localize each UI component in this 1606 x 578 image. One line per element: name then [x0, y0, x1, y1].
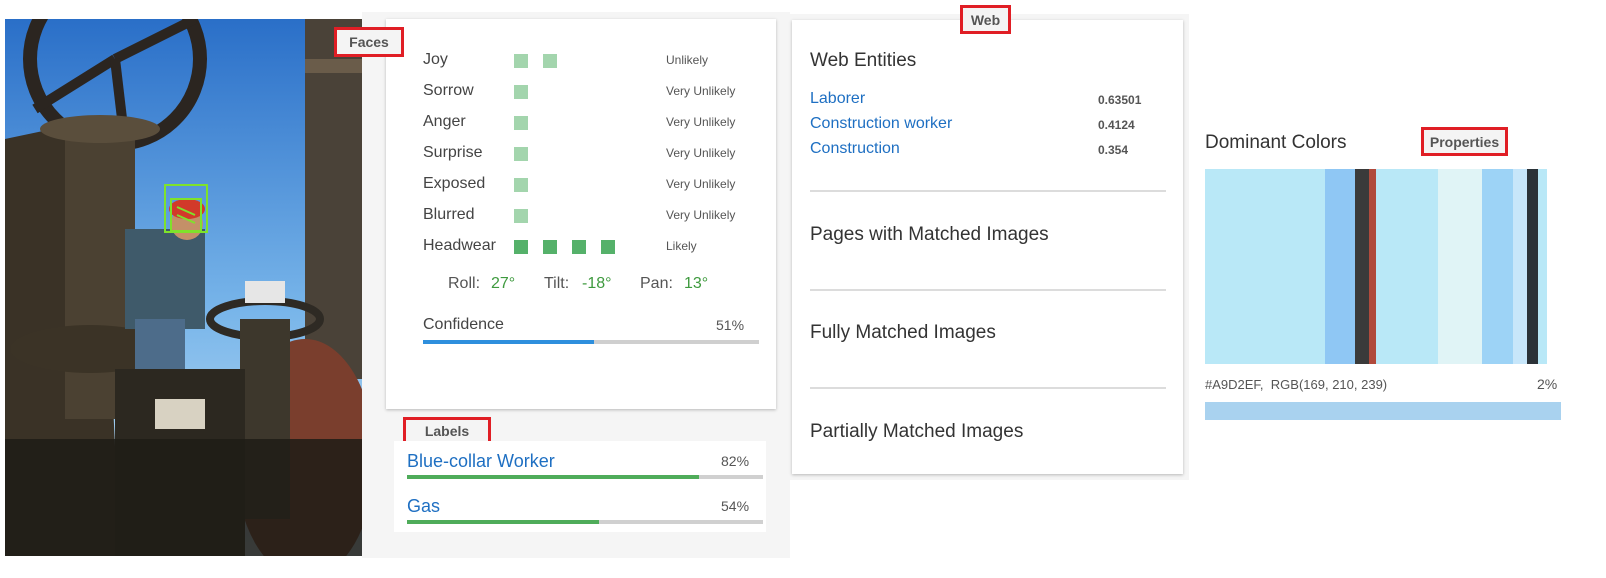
web-entities-title: Web Entities	[810, 50, 917, 71]
web-entity-construction-worker[interactable]: Construction worker 0.4124	[810, 115, 1150, 135]
face-attr-surprise: Surprise Very Unlikely	[423, 144, 753, 164]
likelihood-bar-segment	[572, 240, 586, 254]
face-attr-likelihood: Very Unlikely	[666, 115, 736, 129]
label-score-bar	[407, 475, 763, 479]
labels-card: Blue-collar Worker 82% Gas 54%	[394, 441, 766, 532]
web-entity-name[interactable]: Construction	[810, 140, 900, 158]
web-entity-name[interactable]: Laborer	[810, 90, 865, 108]
tilt-value: -18°	[582, 275, 612, 292]
color-swatch[interactable]	[1369, 169, 1377, 364]
divider	[810, 190, 1166, 192]
face-attr-likelihood: Very Unlikely	[666, 146, 736, 160]
label-percent: 54%	[721, 498, 750, 514]
likelihood-bar-segment	[543, 54, 557, 68]
web-entity-score: 0.354	[1098, 143, 1129, 157]
face-attr-likelihood: Very Unlikely	[666, 177, 736, 191]
likelihood-bar-segment	[514, 54, 528, 68]
label-name[interactable]: Blue-collar Worker	[407, 451, 555, 472]
likelihood-bar-segment	[514, 85, 528, 99]
color-swatch[interactable]	[1526, 169, 1539, 364]
face-attr-label: Blurred	[423, 206, 475, 223]
likelihood-bar-segment	[514, 178, 528, 192]
likelihood-bar-segment	[514, 147, 528, 161]
face-attr-likelihood: Likely	[666, 239, 697, 253]
color-swatch[interactable]	[1205, 169, 1325, 364]
web-tag: Web	[960, 5, 1011, 34]
web-entity-score: 0.63501	[1098, 93, 1142, 107]
face-attr-headwear: Headwear Likely	[423, 237, 753, 257]
pan-label: Pan:	[640, 275, 673, 292]
faces-card: Joy Unlikely Sorrow Very Unlikely Anger …	[386, 19, 776, 409]
label-score-fill	[407, 520, 600, 524]
face-attr-label: Sorrow	[423, 82, 474, 99]
likelihood-bar-segment	[601, 240, 615, 254]
analyzed-photo	[5, 19, 362, 556]
face-attr-sorrow: Sorrow Very Unlikely	[423, 82, 753, 102]
face-attr-likelihood: Very Unlikely	[666, 84, 736, 98]
color-swatch[interactable]	[1512, 169, 1527, 364]
color-rgb: RGB(169, 210, 239)	[1270, 377, 1388, 392]
face-attr-exposed: Exposed Very Unlikely	[423, 175, 753, 195]
face-attr-likelihood: Unlikely	[666, 53, 709, 67]
divider	[810, 289, 1166, 291]
likelihood-bar-segment	[514, 240, 528, 254]
color-hex: #A9D2EF,	[1205, 377, 1264, 392]
web-entity-name[interactable]: Construction worker	[810, 115, 952, 133]
pages-with-matched-images-heading[interactable]: Pages with Matched Images	[810, 224, 1049, 246]
web-entity-construction[interactable]: Construction 0.354	[810, 140, 1150, 160]
dominant-colors-title: Dominant Colors	[1205, 132, 1347, 153]
color-percent: 2%	[1537, 376, 1558, 392]
dominant-color-swatches[interactable]	[1205, 169, 1548, 364]
likelihood-bar-segment	[543, 240, 557, 254]
face-attr-label: Surprise	[423, 144, 483, 161]
confidence-bar-fill	[423, 340, 595, 344]
web-entity-score: 0.4124	[1098, 118, 1135, 132]
face-attr-anger: Anger Very Unlikely	[423, 113, 753, 133]
roll-label: Roll:	[448, 275, 481, 292]
label-name[interactable]: Gas	[407, 496, 440, 517]
face-attr-joy: Joy Unlikely	[423, 51, 753, 71]
color-swatch[interactable]	[1376, 169, 1438, 364]
face-attr-likelihood: Very Unlikely	[666, 208, 736, 222]
label-score-bar	[407, 520, 763, 524]
properties-tag: Properties	[1421, 127, 1508, 156]
partially-matched-images-heading[interactable]: Partially Matched Images	[810, 421, 1023, 443]
confidence-label: Confidence	[423, 316, 504, 333]
confidence-value: 51%	[716, 317, 745, 333]
roll-value: 27°	[491, 275, 516, 292]
color-swatch[interactable]	[1437, 169, 1483, 364]
tilt-label: Tilt:	[544, 275, 570, 292]
likelihood-bar-segment	[514, 209, 528, 223]
color-hex-rgb: #A9D2EF, RGB(169, 210, 239)	[1205, 377, 1387, 392]
color-swatch[interactable]	[1482, 169, 1513, 364]
color-swatch[interactable]	[1538, 169, 1548, 364]
likelihood-bar-segment	[514, 116, 528, 130]
pan-value: 13°	[684, 275, 709, 292]
web-entity-laborer[interactable]: Laborer 0.63501	[810, 90, 1150, 110]
color-percent-bar	[1205, 402, 1561, 420]
face-attr-label: Joy	[423, 51, 448, 68]
faces-tag: Faces	[334, 27, 404, 57]
color-swatch[interactable]	[1324, 169, 1356, 364]
face-attr-label: Headwear	[423, 237, 496, 254]
web-card: Web Entities Laborer 0.63501 Constructio…	[792, 20, 1183, 474]
face-attr-label: Exposed	[423, 175, 486, 192]
label-score-fill	[407, 475, 699, 479]
labels-tag: Labels	[403, 417, 491, 444]
color-swatch[interactable]	[1355, 169, 1370, 364]
divider	[810, 387, 1166, 389]
fully-matched-images-heading[interactable]: Fully Matched Images	[810, 322, 996, 344]
label-percent: 82%	[721, 453, 750, 469]
face-attr-label: Anger	[423, 113, 466, 130]
face-attr-blurred: Blurred Very Unlikely	[423, 206, 753, 226]
confidence-bar	[423, 340, 759, 344]
photo-illustration	[5, 19, 362, 556]
